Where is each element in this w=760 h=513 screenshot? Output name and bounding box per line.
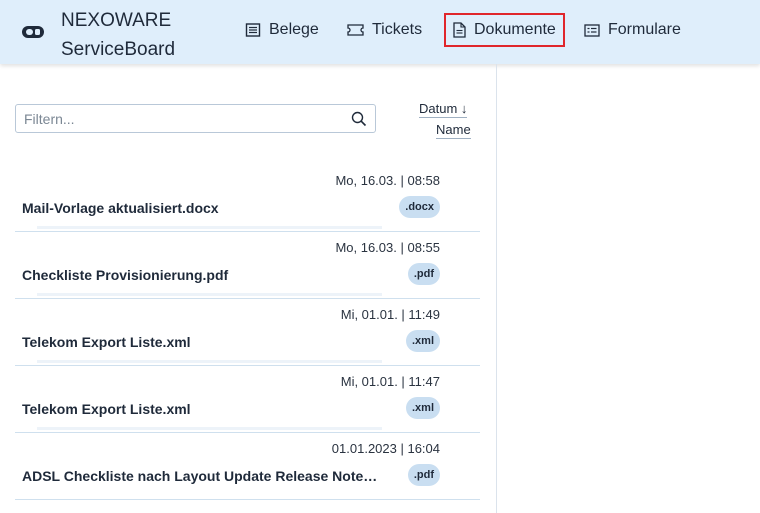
item-divider [37, 427, 382, 430]
document-date: Mi, 01.01. | 11:49 [340, 307, 440, 322]
filter-box[interactable] [15, 104, 376, 133]
file-type-badge: .xml [405, 397, 440, 419]
file-type-badge: .docx [399, 196, 440, 218]
nav-item-dokumente[interactable]: Dokumente [444, 13, 565, 47]
file-type-badge: .xml [405, 330, 440, 352]
logo-icon [22, 26, 44, 38]
search-icon[interactable] [351, 111, 367, 127]
list-item[interactable]: 01.01.2023 | 16:04 ADSL Checkliste nach … [15, 433, 480, 500]
document-name: ADSL Checkliste nach Layout Update Relea… [22, 468, 382, 484]
nav-label-dokumente: Dokumente [474, 21, 556, 38]
item-divider [37, 226, 382, 229]
nav-item-tickets[interactable]: Tickets [347, 13, 422, 47]
nav-label-belege: Belege [269, 21, 319, 38]
document-icon [453, 22, 466, 38]
nav-item-formulare[interactable]: Formulare [584, 13, 681, 47]
document-name: Mail-Vorlage aktualisiert.docx [22, 200, 219, 216]
document-date: 01.01.2023 | 16:04 [331, 441, 440, 456]
item-divider [37, 360, 382, 363]
document-date: Mi, 01.01. | 11:47 [340, 374, 440, 389]
document-list: Mo, 16.03. | 08:58 Mail-Vorlage aktualis… [15, 165, 480, 500]
app-header: NEXOWARE ServiceBoard Belege Tickets Dok… [0, 0, 760, 64]
document-date: Mo, 16.03. | 08:55 [335, 240, 440, 255]
sort-by-date[interactable]: Datum ↓ [419, 101, 468, 118]
nav-item-belege[interactable]: Belege [245, 13, 319, 47]
document-name: Telekom Export Liste.xml [22, 334, 191, 350]
file-type-badge: .pdf [407, 263, 440, 285]
brand-line-2: ServiceBoard [61, 39, 176, 60]
brand-name: NEXOWARE ServiceBoard [61, 6, 175, 64]
nav-label-formulare: Formulare [608, 21, 681, 38]
receipt-icon [245, 23, 261, 37]
filter-input[interactable] [24, 109, 344, 129]
list-item[interactable]: Mi, 01.01. | 11:47 Telekom Export Liste.… [15, 366, 480, 433]
form-icon [584, 23, 600, 37]
ticket-icon [347, 24, 364, 36]
item-divider [37, 293, 382, 296]
list-item[interactable]: Mo, 16.03. | 08:55 Checkliste Provisioni… [15, 232, 480, 299]
document-name: Telekom Export Liste.xml [22, 401, 191, 417]
document-list-panel: Datum ↓ Name Mo, 16.03. | 08:58 Mail-Vor… [0, 64, 497, 513]
document-date: Mo, 16.03. | 08:58 [335, 173, 440, 188]
brand-line-1: NEXOWARE [61, 10, 172, 31]
list-item[interactable]: Mi, 01.01. | 11:49 Telekom Export Liste.… [15, 299, 480, 366]
file-type-badge: .pdf [407, 464, 440, 486]
document-name: Checkliste Provisionierung.pdf [22, 267, 229, 283]
list-item[interactable]: Mo, 16.03. | 08:58 Mail-Vorlage aktualis… [15, 165, 480, 232]
nav-label-tickets: Tickets [372, 21, 423, 38]
sort-by-name[interactable]: Name [436, 122, 471, 139]
